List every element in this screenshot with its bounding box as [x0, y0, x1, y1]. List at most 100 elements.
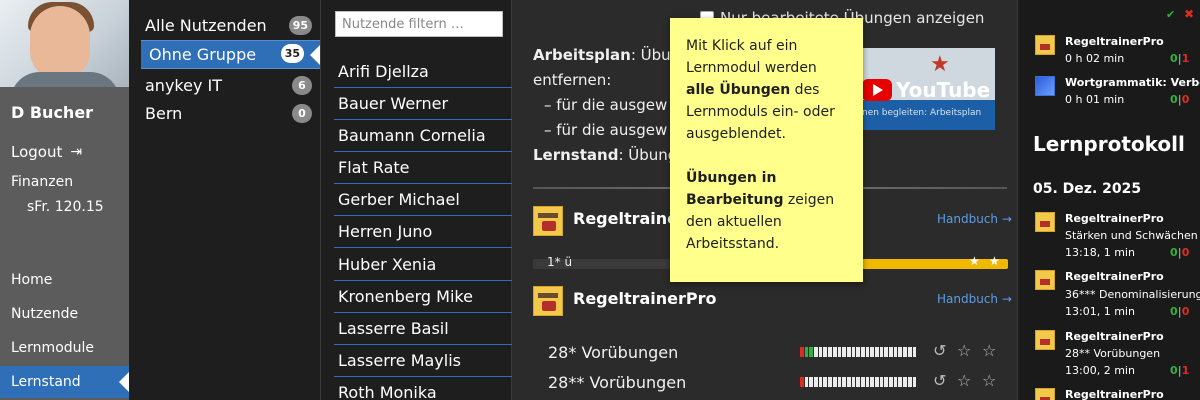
module-icon [1035, 270, 1055, 290]
protocol-score: 0|0 [1170, 305, 1190, 318]
protocol-item-title[interactable]: RegeltrainerPro [1065, 35, 1164, 48]
group-count-badge: 35 [280, 44, 304, 63]
progress-segment [814, 377, 818, 387]
progress-segment [851, 347, 856, 357]
reset-icon[interactable]: ↺ [933, 371, 946, 390]
group-label: Bern [145, 104, 183, 123]
protocol-item-time: 0 h 01 min [1065, 93, 1125, 106]
help-tooltip: Mit Klick auf ein Lernmodul werden alle … [670, 18, 863, 282]
plan-line-2: entfernen: [533, 71, 612, 89]
progress-segment [860, 377, 865, 387]
tooltip-paragraph: Übungen in Bearbeitung zeigen den aktuel… [686, 167, 847, 255]
protocol-entry-title[interactable]: RegeltrainerPro [1065, 212, 1164, 225]
wrong-count: 0 [1181, 93, 1190, 106]
protocol-entry-title[interactable]: RegeltrainerPro [1065, 388, 1164, 400]
user-item[interactable]: Roth Monika [334, 377, 512, 400]
exercise-label[interactable]: 28* Vorübungen [548, 343, 678, 362]
main-navigation: D Bucher Logout ⇥ Finanzen sFr. 120.15 H… [0, 0, 129, 400]
handbook-link[interactable]: Handbuch → [937, 212, 1012, 226]
progress-segment [832, 377, 837, 387]
progress-segment [898, 377, 903, 387]
tooltip-text-bold: alle Übungen [686, 82, 791, 98]
wrong-count: 0 [1181, 246, 1190, 259]
protocol-heading: Lernprotokoll [1033, 132, 1185, 156]
logout-link[interactable]: Logout ⇥ [11, 143, 82, 161]
protocol-item-title[interactable]: Wortgrammatik: Verben [1065, 76, 1200, 89]
avatar[interactable] [0, 0, 129, 87]
protocol-entry-time: 13:01, 1 min [1065, 305, 1135, 318]
progress-segment [907, 377, 912, 387]
nav-item-home[interactable]: Home [0, 264, 129, 296]
user-item[interactable]: Baumann Cornelia [334, 120, 512, 152]
exercise-progress-bar [800, 377, 917, 387]
progress-segment [884, 347, 889, 357]
progress-segment [837, 377, 842, 387]
protocol-entry-title[interactable]: RegeltrainerPro [1065, 330, 1164, 343]
avatar-face [30, 6, 90, 78]
progress-segment [818, 347, 823, 357]
star-outline-icon: ☆ [957, 371, 972, 390]
wrong-count: 1 [1181, 52, 1190, 65]
progress-segment [907, 347, 912, 357]
handbook-link[interactable]: Handbuch → [937, 292, 1012, 306]
progress-segment [893, 377, 898, 387]
correct-count: 0 [1170, 246, 1178, 259]
progress-segment [809, 347, 814, 357]
progress-segment [842, 377, 846, 387]
module-title[interactable]: Regeltraine [573, 209, 678, 228]
user-item[interactable]: Flat Rate [334, 152, 512, 184]
user-item[interactable]: Lasserre Basil [334, 313, 512, 345]
progress-segment [879, 377, 884, 387]
nav-item-lernstand[interactable]: Lernstand [0, 366, 129, 398]
plan-bullet: – für die ausgew [544, 121, 668, 139]
logout-label: Logout [11, 143, 63, 161]
user-item[interactable]: Herren Juno [334, 216, 512, 248]
tooltip-text-bold: Übungen in Bearbeitung [686, 170, 784, 208]
star-icon: ★ [989, 254, 1000, 268]
check-icon[interactable]: ✔ [1166, 8, 1175, 21]
user-item[interactable]: Gerber Michael [334, 184, 512, 216]
group-item-bern[interactable]: Bern 0 [141, 99, 320, 128]
group-item-all[interactable]: Alle Nutzenden 95 [141, 11, 320, 40]
tutorial-video-thumbnail[interactable]: ★ YouTube nen begleiten: Arbeitsplan [854, 48, 995, 130]
user-filter-input[interactable] [335, 11, 503, 37]
avatar-shirt [10, 72, 120, 87]
nav-item-lernmodule[interactable]: Lernmodule [0, 332, 129, 364]
progress-segment [889, 347, 893, 357]
wrong-count: 1 [1181, 364, 1190, 377]
user-item[interactable]: Arifi Djellza [334, 56, 512, 88]
user-item[interactable]: Lasserre Maylis [334, 345, 512, 377]
module-title[interactable]: RegeltrainerPro [573, 289, 717, 308]
play-icon [862, 79, 892, 101]
reset-icon[interactable]: ↺ [933, 341, 946, 360]
arrow-right-icon: → [1001, 292, 1012, 306]
user-item[interactable]: Huber Xenia [334, 249, 512, 281]
group-count-badge: 95 [288, 16, 312, 35]
group-item-ohne-gruppe[interactable]: Ohne Gruppe 35 [141, 40, 320, 69]
protocol-entry-title[interactable]: RegeltrainerPro [1065, 270, 1164, 283]
progress-segment [903, 377, 907, 387]
exercise-label[interactable]: 28** Vorübungen [548, 373, 686, 392]
progress-segment [800, 377, 804, 387]
group-list: Alle Nutzenden 95 Ohne Gruppe 35 anykey … [129, 0, 320, 400]
progress-segment [851, 377, 856, 387]
nav-item-nutzende[interactable]: Nutzende [0, 298, 129, 330]
lernstand-label: Lernstand [533, 146, 619, 164]
progress-segment [828, 347, 832, 357]
progress-segment [814, 347, 818, 357]
double-star-icon: ☆ [982, 341, 997, 360]
module-icon [1035, 35, 1055, 55]
user-item[interactable]: Bauer Werner [334, 88, 512, 120]
tooltip-text: Mit Klick auf ein Lernmodul werden [686, 38, 817, 76]
logout-icon: ⇥ [70, 144, 83, 160]
close-icon[interactable]: ✖ [1184, 7, 1194, 21]
group-item-anykey-it[interactable]: anykey IT 6 [141, 71, 320, 100]
partial-exercise-label: 1* ü [547, 255, 573, 269]
progress-segment [912, 377, 917, 387]
module-icon [1035, 212, 1055, 232]
user-item[interactable]: Kronenberg Mike [334, 281, 512, 313]
correct-count: 0 [1170, 364, 1178, 377]
progress-segment [865, 347, 870, 357]
progress-segment [846, 377, 851, 387]
progress-segment [804, 347, 809, 357]
